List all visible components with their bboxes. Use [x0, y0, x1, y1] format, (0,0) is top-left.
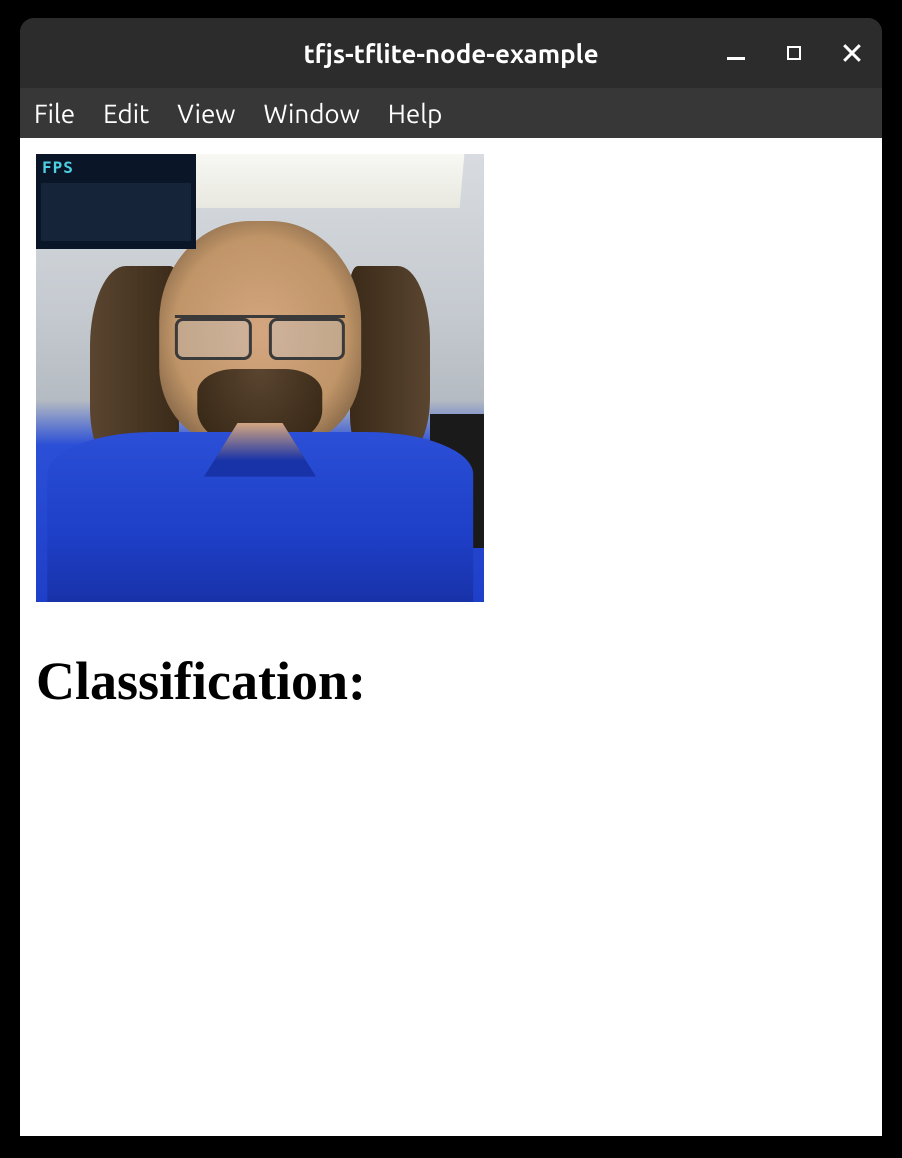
webcam-container: FPS [36, 154, 484, 602]
close-icon [842, 43, 862, 63]
window-title: tfjs-tflite-node-example [303, 39, 598, 68]
menu-edit[interactable]: Edit [101, 95, 151, 132]
maximize-button[interactable] [782, 41, 806, 65]
menu-window[interactable]: Window [261, 95, 361, 132]
fps-overlay: FPS [36, 154, 196, 249]
menu-view[interactable]: View [175, 95, 237, 132]
minimize-icon [727, 57, 745, 60]
content-area: FPS Classification: [20, 138, 882, 1136]
minimize-button[interactable] [724, 41, 748, 65]
menubar: File Edit View Window Help [20, 88, 882, 138]
background-light [190, 154, 463, 208]
person-glasses [175, 315, 345, 360]
app-window: tfjs-tflite-node-example File Edit View … [20, 18, 882, 1136]
titlebar[interactable]: tfjs-tflite-node-example [20, 18, 882, 88]
person-hair-right [350, 266, 431, 454]
fps-label: FPS [36, 154, 196, 181]
classification-heading: Classification: [36, 650, 866, 712]
window-controls [724, 18, 864, 88]
fps-chart [41, 183, 191, 241]
menu-file[interactable]: File [32, 95, 77, 132]
glasses-lens-left [175, 318, 252, 360]
close-button[interactable] [840, 41, 864, 65]
glasses-lens-right [269, 318, 346, 360]
menu-help[interactable]: Help [386, 95, 445, 132]
maximize-icon [787, 46, 801, 60]
